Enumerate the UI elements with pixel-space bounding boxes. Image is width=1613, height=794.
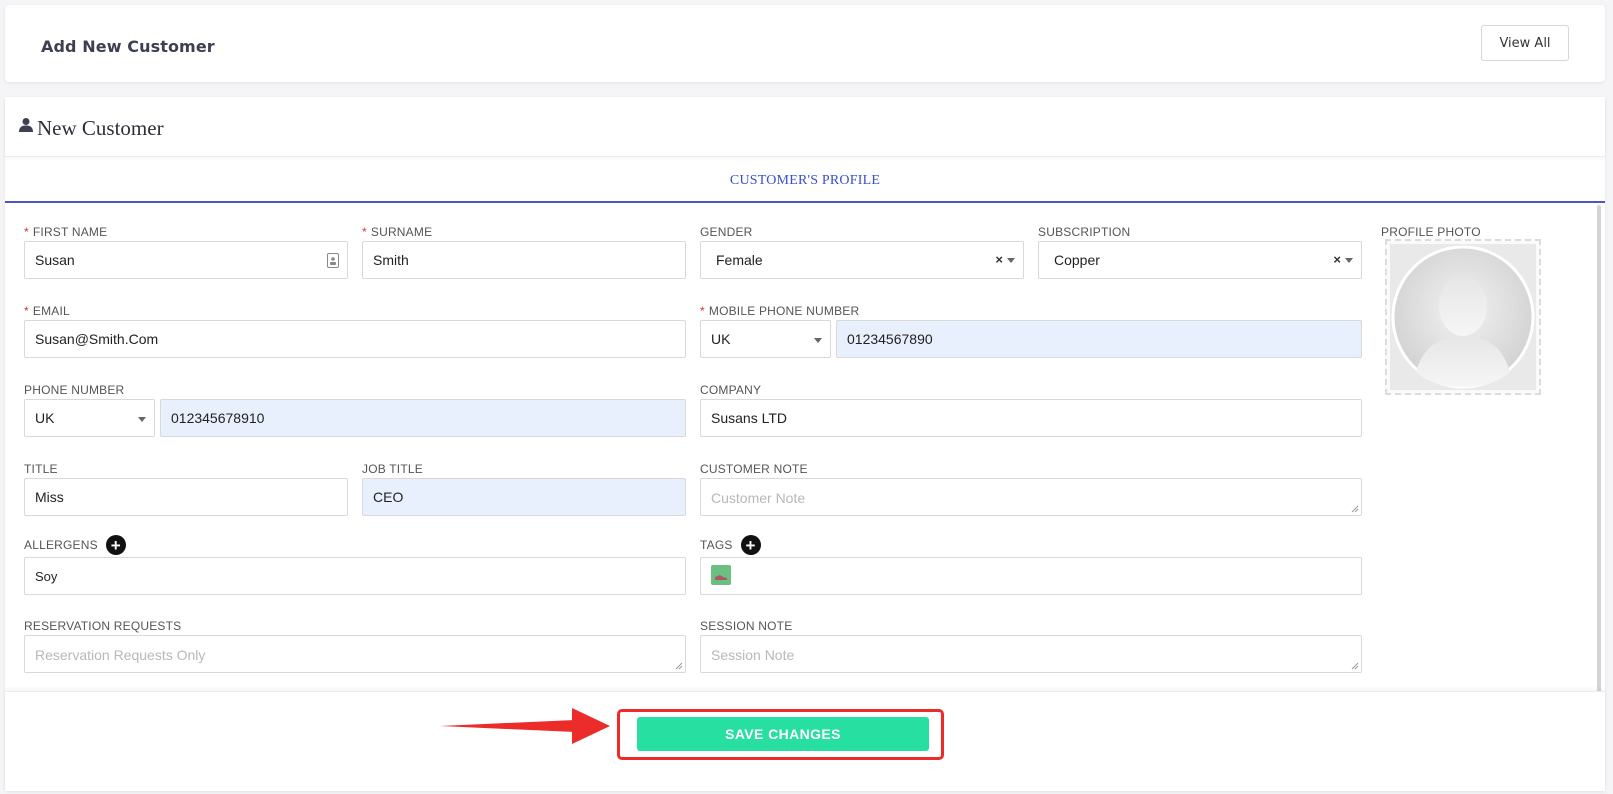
form-footer: SAVE CHANGES: [5, 691, 1605, 791]
avatar-placeholder-icon: [1390, 244, 1536, 390]
subscription-select[interactable]: Copper ×: [1038, 241, 1362, 279]
save-changes-button[interactable]: SAVE CHANGES: [637, 717, 929, 751]
gender-label: GENDER: [700, 225, 753, 239]
scrollbar[interactable]: [1597, 205, 1601, 751]
annotation-arrow-icon: [440, 708, 610, 744]
card-title: New Customer: [37, 116, 164, 140]
resize-handle-icon[interactable]: [1351, 505, 1359, 513]
add-allergen-icon[interactable]: +: [105, 535, 126, 555]
allergens-label: ALLERGENS +: [24, 535, 126, 555]
shoe-icon: [715, 575, 727, 580]
user-icon: [18, 117, 34, 138]
first-name-input[interactable]: Susan: [24, 241, 348, 279]
gender-select[interactable]: Female ×: [700, 241, 1024, 279]
chevron-down-icon: [1007, 258, 1015, 263]
title-input[interactable]: Miss: [24, 478, 348, 516]
company-input[interactable]: Susans LTD: [700, 399, 1362, 437]
title-label: TITLE: [24, 462, 58, 476]
view-all-button[interactable]: View All: [1481, 25, 1569, 61]
tags-label: TAGS +: [700, 535, 761, 555]
tab-bar: CUSTOMER'S PROFILE: [5, 158, 1605, 203]
mobile-country-select[interactable]: UK: [700, 320, 831, 358]
resize-handle-icon[interactable]: [1351, 662, 1359, 670]
company-label: COMPANY: [700, 383, 762, 397]
email-input[interactable]: Susan@Smith.Com: [24, 320, 686, 358]
phone-country-select[interactable]: UK: [24, 399, 155, 437]
add-tag-icon[interactable]: +: [740, 535, 761, 555]
chevron-down-icon: [138, 417, 146, 422]
allergens-input[interactable]: Soy: [24, 557, 686, 595]
mobile-phone-label: * MOBILE PHONE NUMBER: [700, 304, 860, 318]
job-title-label: JOB TITLE: [362, 462, 423, 476]
phone-input[interactable]: 012345678910: [160, 399, 686, 437]
customer-note-textarea[interactable]: Customer Note: [700, 478, 1362, 516]
chevron-down-icon: [1345, 258, 1353, 263]
clear-icon[interactable]: ×: [995, 252, 1003, 267]
card-header: New Customer: [5, 97, 1605, 157]
first-name-label: * FIRST NAME: [24, 225, 108, 239]
session-note-label: SESSION NOTE: [700, 619, 793, 633]
tag-chip[interactable]: [711, 565, 731, 585]
clear-icon[interactable]: ×: [1333, 252, 1341, 267]
surname-label: * SURNAME: [362, 225, 433, 239]
page-header: Add New Customer View All: [5, 5, 1605, 82]
tags-input[interactable]: [700, 557, 1362, 595]
contact-card-icon: [327, 253, 339, 271]
chevron-down-icon: [814, 338, 822, 343]
new-customer-card: New Customer CUSTOMER'S PROFILE * FIRST N…: [5, 97, 1605, 791]
surname-input[interactable]: Smith: [362, 241, 686, 279]
profile-photo-upload[interactable]: [1385, 239, 1541, 395]
job-title-input[interactable]: CEO: [362, 478, 686, 516]
customer-note-label: CUSTOMER NOTE: [700, 462, 808, 476]
phone-label: PHONE NUMBER: [24, 383, 125, 397]
subscription-label: SUBSCRIPTION: [1038, 225, 1131, 239]
mobile-phone-input[interactable]: 01234567890: [836, 320, 1362, 358]
reservation-requests-label: RESERVATION REQUESTS: [24, 619, 182, 633]
profile-photo-label: PROFILE PHOTO: [1381, 225, 1481, 239]
page-title: Add New Customer: [41, 37, 215, 56]
resize-handle-icon[interactable]: [675, 662, 683, 670]
session-note-textarea[interactable]: Session Note: [700, 635, 1362, 673]
reservation-requests-textarea[interactable]: Reservation Requests Only: [24, 635, 686, 673]
tab-customers-profile[interactable]: CUSTOMER'S PROFILE: [5, 173, 1605, 189]
email-label: * EMAIL: [24, 304, 70, 318]
